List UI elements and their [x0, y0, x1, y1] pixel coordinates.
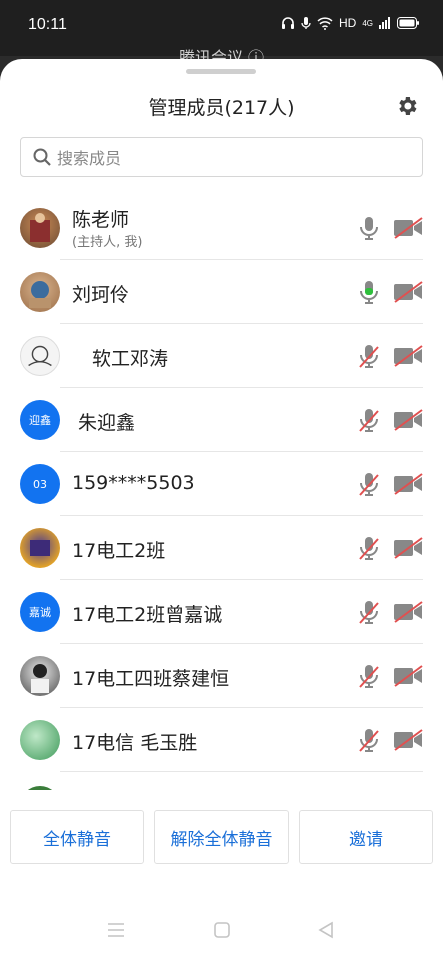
search-placeholder: 搜索成员 — [57, 149, 122, 168]
wifi-icon — [317, 16, 333, 30]
camera-off-icon[interactable] — [392, 345, 424, 367]
microphone-muted-icon[interactable] — [356, 343, 382, 369]
sheet-grabber[interactable] — [186, 69, 256, 74]
network-label: HD — [338, 16, 357, 30]
member-search-input[interactable]: 搜索成员 — [20, 137, 423, 177]
avatar — [20, 336, 60, 376]
microphone-muted-icon[interactable] — [356, 535, 382, 561]
camera-off-icon[interactable] — [392, 537, 424, 559]
invite-button[interactable]: 邀请 — [299, 810, 433, 864]
member-row[interactable]: 17电信 毛玉胜 — [0, 708, 443, 772]
member-name: 陈老师 — [72, 209, 130, 231]
member-row[interactable]: 嘉诚 17电工2班曾嘉诚 — [0, 580, 443, 644]
avatar — [20, 528, 60, 568]
search-icon — [33, 148, 51, 166]
member-name: 刘珂伶 — [72, 284, 130, 306]
member-name: 17电工2班曾嘉诚 — [72, 604, 223, 626]
headphones-icon — [281, 17, 294, 29]
member-row[interactable]: 陈老师 (主持人, 我) — [0, 196, 443, 260]
camera-off-icon[interactable] — [392, 473, 424, 495]
microphone-muted-icon[interactable] — [356, 599, 382, 625]
member-name: 159****5503 — [72, 472, 195, 494]
action-bar: 全体静音 解除全体静音 邀请 — [0, 790, 443, 870]
microphone-icon[interactable] — [356, 215, 382, 241]
avatar: 03 — [20, 464, 60, 504]
member-role: (主持人, 我) — [72, 235, 143, 250]
member-name: 软工邓涛 — [92, 348, 169, 370]
system-nav-bar — [0, 921, 443, 945]
menu-icon[interactable] — [107, 921, 125, 939]
avatar — [20, 208, 60, 248]
member-row[interactable]: 03 159****5503 — [0, 452, 443, 516]
clock: 10:11 — [28, 16, 67, 33]
camera-off-icon[interactable] — [392, 601, 424, 623]
status-bar: 10:11 HD 4G 腾讯会议 ⓘ — [0, 0, 443, 67]
microphone-muted-icon[interactable] — [356, 471, 382, 497]
mute-all-button[interactable]: 全体静音 — [10, 810, 144, 864]
microphone-speaking-icon[interactable] — [356, 279, 382, 305]
member-row[interactable]: 17电工四班蔡建恒 — [0, 644, 443, 708]
member-name: 17电信 毛玉胜 — [72, 732, 198, 754]
home-icon[interactable] — [213, 921, 231, 939]
sheet-title: 管理成员(217人) — [148, 97, 295, 119]
camera-off-icon[interactable] — [392, 217, 424, 239]
microphone-muted-icon[interactable] — [356, 663, 382, 689]
member-list: 陈老师 (主持人, 我) 刘珂伶 软工邓涛 迎鑫 朱迎鑫 03 159****5… — [0, 196, 443, 772]
microphone-muted-icon[interactable] — [356, 727, 382, 753]
member-name: 17电工2班 — [72, 540, 166, 562]
camera-off-icon[interactable] — [392, 729, 424, 751]
mic-status-icon — [301, 17, 311, 29]
camera-off-icon[interactable] — [392, 281, 424, 303]
member-name: 朱迎鑫 — [78, 412, 136, 434]
avatar — [20, 720, 60, 760]
member-name: 17电工四班蔡建恒 — [72, 668, 230, 690]
member-row[interactable]: 迎鑫 朱迎鑫 — [0, 388, 443, 452]
back-icon[interactable] — [317, 921, 335, 939]
manage-members-sheet: 管理成员(217人) 搜索成员 陈老师 (主持人, 我) 刘珂伶 软工邓涛 迎鑫… — [0, 59, 443, 960]
battery-icon — [397, 17, 419, 29]
avatar: 嘉诚 — [20, 592, 60, 632]
signal-label: 4G — [362, 18, 373, 28]
camera-off-icon[interactable] — [392, 665, 424, 687]
member-row[interactable]: 17电工2班 — [0, 516, 443, 580]
status-icons: HD 4G — [281, 16, 419, 30]
camera-off-icon[interactable] — [392, 409, 424, 431]
gear-icon[interactable] — [395, 94, 419, 118]
signal-icon — [379, 17, 390, 29]
unmute-all-button[interactable]: 解除全体静音 — [154, 810, 289, 864]
avatar — [20, 656, 60, 696]
avatar: 迎鑫 — [20, 400, 60, 440]
member-row[interactable]: 软工邓涛 — [0, 324, 443, 388]
avatar — [20, 272, 60, 312]
member-row[interactable]: 刘珂伶 — [0, 260, 443, 324]
microphone-muted-icon[interactable] — [356, 407, 382, 433]
